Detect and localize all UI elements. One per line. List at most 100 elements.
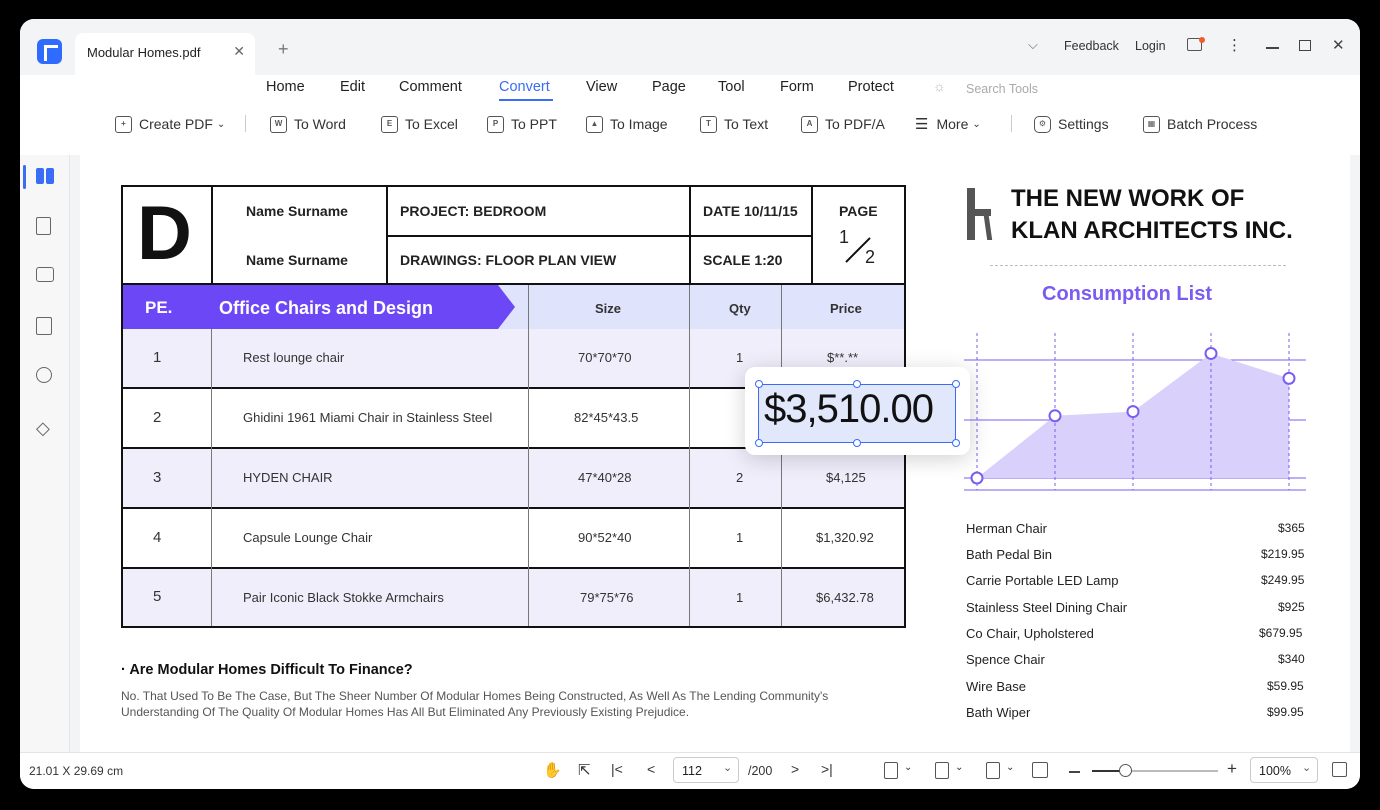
close-window-icon[interactable]: ✕ xyxy=(1332,36,1345,54)
select-tool-icon[interactable]: ⇱ xyxy=(578,761,591,779)
fit-height-icon[interactable] xyxy=(884,762,898,779)
new-tab-button[interactable]: + xyxy=(278,39,289,60)
attachment-icon[interactable] xyxy=(36,317,52,335)
layers-icon[interactable]: ◇ xyxy=(36,419,54,437)
menu-form[interactable]: Form xyxy=(780,79,814,95)
row-qty: 2 xyxy=(736,470,744,485)
row-size: 70*70*70 xyxy=(578,350,632,365)
feedback-link[interactable]: Feedback xyxy=(1064,39,1119,53)
first-page-icon[interactable]: |< xyxy=(611,761,623,777)
to-text-button[interactable]: T To Text xyxy=(700,113,768,135)
maximize-icon[interactable] xyxy=(1299,40,1311,51)
to-image-button[interactable]: ▲ To Image xyxy=(586,113,668,135)
zoom-level-value: 100% xyxy=(1259,764,1291,778)
resize-handle[interactable] xyxy=(853,439,861,447)
active-menu-indicator xyxy=(499,99,553,101)
zoom-out-icon[interactable] xyxy=(1069,771,1080,773)
menu-convert[interactable]: Convert xyxy=(499,79,550,95)
to-excel-button[interactable]: E To Excel xyxy=(381,113,458,135)
page-dimensions: 21.01 X 29.69 cm xyxy=(29,764,124,778)
menu-home[interactable]: Home xyxy=(266,79,305,95)
next-page-icon[interactable]: > xyxy=(791,761,799,777)
list-item-name: Herman Chair xyxy=(966,521,1047,536)
to-ppt-button[interactable]: P To PPT xyxy=(487,113,557,135)
more-options-icon[interactable]: ⋮ xyxy=(1227,36,1242,54)
list-item-price: $99.95 xyxy=(1267,705,1304,719)
zoom-in-icon[interactable]: + xyxy=(1227,759,1237,779)
resize-handle[interactable] xyxy=(755,380,763,388)
row-number: 1 xyxy=(153,349,162,366)
header-pe: PE. xyxy=(145,298,173,317)
bookmark-icon[interactable] xyxy=(36,217,51,235)
zoom-slider-thumb[interactable] xyxy=(1119,764,1132,777)
menu-comment[interactable]: Comment xyxy=(399,79,462,95)
list-item-price: $925 xyxy=(1278,600,1305,614)
chevron-down-icon[interactable]: ⌄ xyxy=(955,762,963,773)
create-pdf-button[interactable]: + Create PDF ⌄ xyxy=(115,113,225,135)
zoom-slider-track[interactable] xyxy=(1092,770,1218,772)
menu-page[interactable]: Page xyxy=(652,79,686,95)
app-logo-icon xyxy=(37,39,62,64)
app-window: Modular Homes.pdf ✕ + ⌵ Feedback Login ⋮… xyxy=(20,19,1360,789)
previous-page-icon[interactable]: < xyxy=(647,761,655,777)
menu-view[interactable]: View xyxy=(586,79,617,95)
last-page-icon[interactable]: >| xyxy=(821,761,833,777)
chevron-down-icon: ⌄ xyxy=(972,118,981,130)
chevron-down-icon[interactable]: ⌄ xyxy=(904,762,912,773)
chart-data-point xyxy=(1048,409,1062,423)
login-link[interactable]: Login xyxy=(1135,39,1166,53)
faq-answer-line-2: Understanding Of The Quality Of Modular … xyxy=(121,705,690,719)
menu-edit[interactable]: Edit xyxy=(340,79,365,95)
drawings-label: DRAWINGS: FLOOR PLAN VIEW xyxy=(400,252,617,268)
batch-icon: ▦ xyxy=(1143,115,1160,133)
to-ppt-label: To PPT xyxy=(511,116,557,132)
thumbnails-icon[interactable] xyxy=(36,168,54,186)
date-label: DATE 10/11/15 xyxy=(703,203,798,219)
header-title: Office Chairs and Design xyxy=(219,298,434,318)
reading-mode-icon[interactable] xyxy=(1032,762,1048,778)
resize-handle[interactable] xyxy=(755,439,763,447)
search-tools-input[interactable]: Search Tools xyxy=(966,82,1038,96)
search-icon[interactable] xyxy=(36,367,52,383)
minimize-icon[interactable] xyxy=(1266,47,1279,49)
to-pdfa-button[interactable]: A To PDF/A xyxy=(801,113,885,135)
settings-icon: ⚙ xyxy=(1034,115,1051,133)
close-tab-icon[interactable]: ✕ xyxy=(233,43,245,60)
total-pages: /200 xyxy=(748,764,773,778)
to-word-button[interactable]: W To Word xyxy=(270,113,346,135)
page-number-input[interactable]: 112 ⌄ xyxy=(673,757,739,783)
row-price: $1,320.92 xyxy=(816,530,874,545)
document-tab[interactable]: Modular Homes.pdf ✕ xyxy=(75,33,255,75)
batch-process-button[interactable]: ▦ Batch Process xyxy=(1143,113,1257,135)
chevron-down-icon: ⌄ xyxy=(216,118,226,130)
chevron-down-icon[interactable]: ⌵ xyxy=(1028,37,1038,53)
settings-button[interactable]: ⚙ Settings xyxy=(1034,113,1109,135)
row-name: HYDEN CHAIR xyxy=(243,470,333,485)
edit-value-text[interactable]: $3,510.00 xyxy=(764,387,934,432)
row-number: 5 xyxy=(153,588,162,605)
resize-handle[interactable] xyxy=(952,380,960,388)
left-sidebar: ◇ xyxy=(20,155,70,752)
settings-label: Settings xyxy=(1058,116,1109,132)
resize-handle[interactable] xyxy=(952,439,960,447)
hand-tool-icon[interactable]: ✋ xyxy=(543,761,562,779)
zoom-mode-icon[interactable] xyxy=(986,762,1000,779)
zoom-level-select[interactable]: 100% ⌄ xyxy=(1250,757,1318,783)
menu-tool[interactable]: Tool xyxy=(718,79,745,95)
panel-divider xyxy=(990,265,1286,266)
panel-heading-line-2: KLAN ARCHITECTS INC. xyxy=(1011,217,1293,244)
to-excel-label: To Excel xyxy=(405,116,458,132)
faq-question: · Are Modular Homes Difficult To Finance… xyxy=(121,662,413,678)
fullscreen-icon[interactable] xyxy=(1332,762,1347,777)
row-price: $**.** xyxy=(827,350,859,365)
more-button[interactable]: ☰ More ⌄ xyxy=(915,113,981,135)
page-layout-icon[interactable] xyxy=(935,762,949,779)
comment-icon[interactable] xyxy=(36,267,54,282)
resize-handle[interactable] xyxy=(853,380,861,388)
pdfa-icon: A xyxy=(801,115,818,133)
menu-protect[interactable]: Protect xyxy=(848,79,894,95)
row-price: $4,125 xyxy=(826,470,866,485)
list-item-price: $365 xyxy=(1278,521,1305,535)
list-item-name: Bath Pedal Bin xyxy=(966,547,1053,562)
chevron-down-icon[interactable]: ⌄ xyxy=(1006,762,1014,773)
